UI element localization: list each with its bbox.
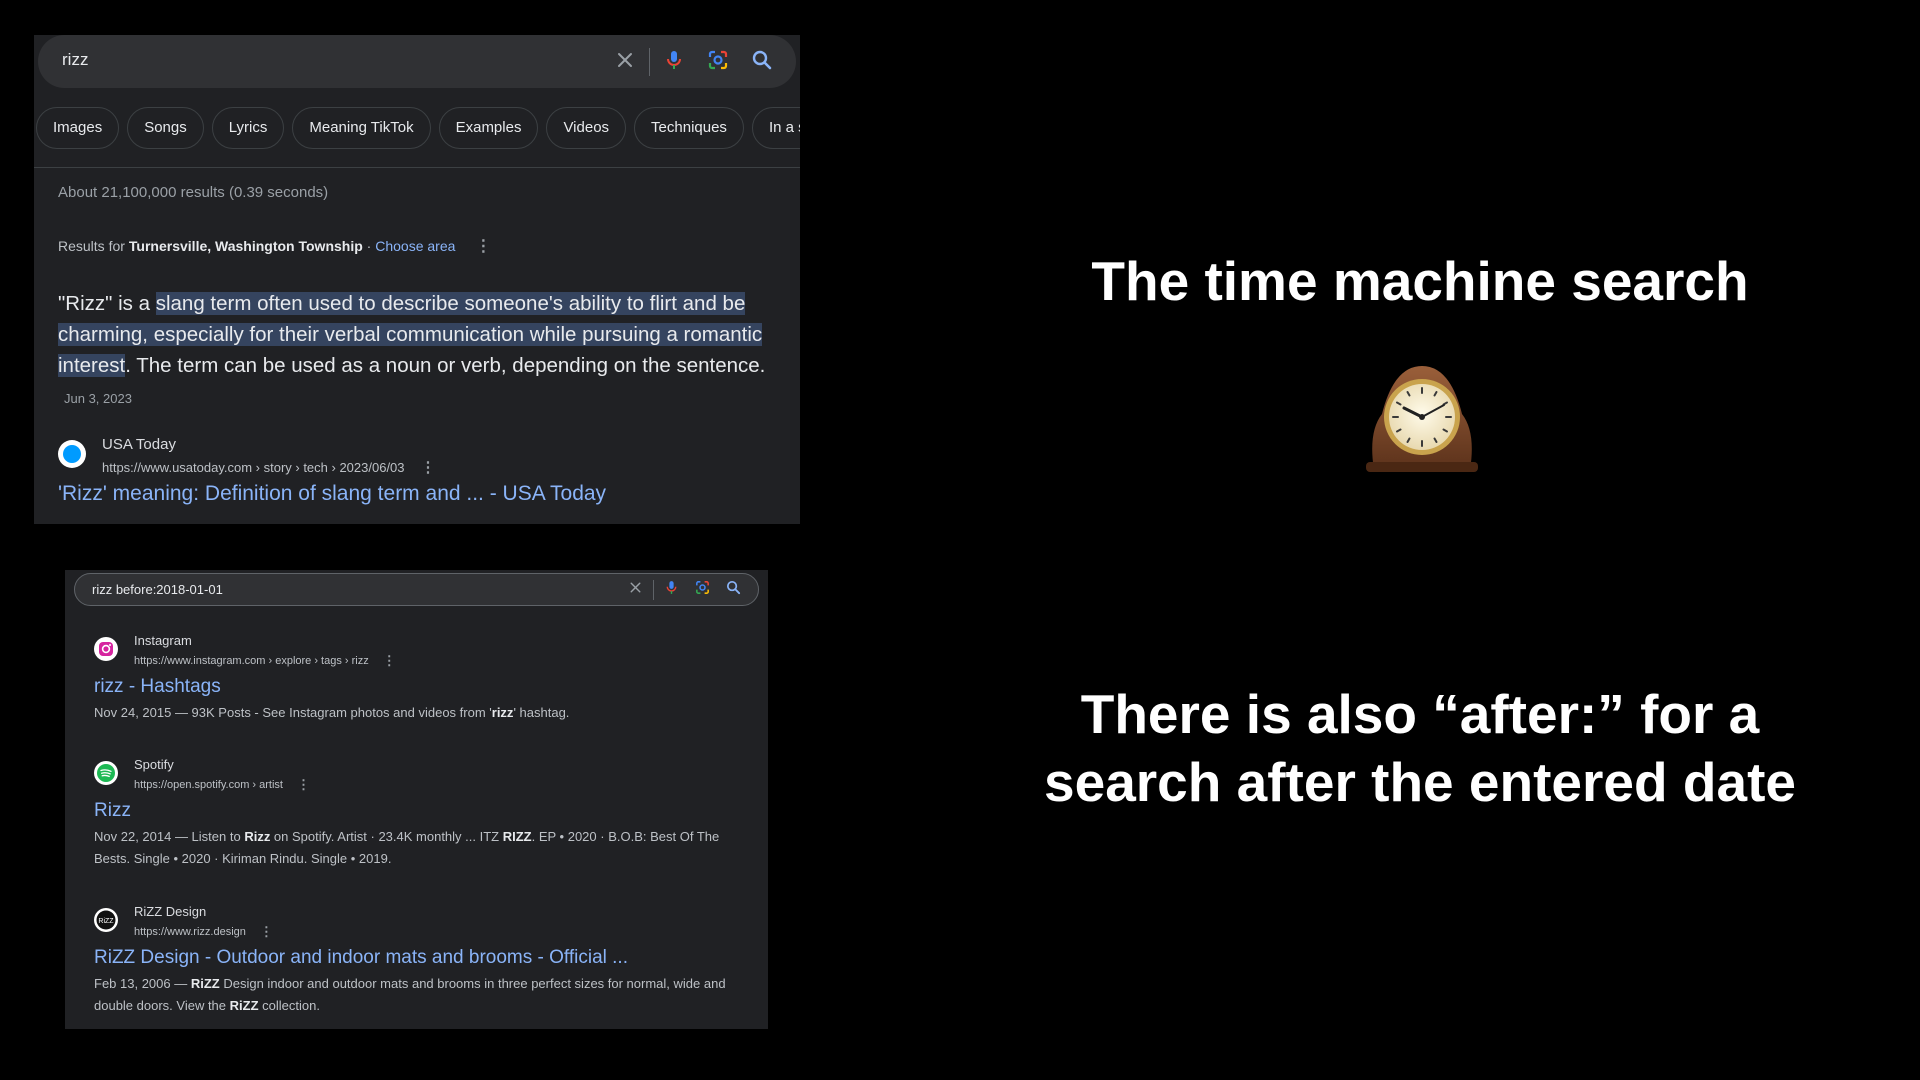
search-bar-icons	[613, 48, 774, 76]
source-name: USA Today	[102, 436, 176, 453]
search-bar[interactable]: rizz before:2018-01-01	[74, 573, 759, 606]
chip-songs[interactable]: Songs	[127, 107, 204, 149]
source-name: Spotify	[134, 757, 174, 772]
result-description: Nov 22, 2014 — Listen to Rizz on Spotify…	[94, 826, 734, 870]
snippet-date: Jun 3, 2023	[64, 391, 132, 406]
source-name: RiZZ Design	[134, 904, 207, 919]
chip-images[interactable]: Images	[36, 107, 120, 149]
desc-bold: RiZZ	[229, 998, 259, 1013]
desc-bold: RiZZ	[190, 976, 220, 991]
result-title-link[interactable]: Rizz	[94, 800, 131, 822]
choose-area-link[interactable]: Choose area	[375, 238, 455, 254]
microphone-icon[interactable]	[663, 579, 680, 601]
result-description: Nov 24, 2015 — 93K Posts - See Instagram…	[94, 702, 734, 724]
close-icon[interactable]	[613, 48, 637, 77]
desc-text: Nov 24, 2015 — 93K Posts - See Instagram…	[94, 705, 492, 720]
source-url-text: https://open.spotify.com › artist	[134, 779, 283, 791]
more-options-icon[interactable]: ⋮	[383, 653, 396, 669]
camera-lens-icon[interactable]	[706, 48, 730, 77]
search-results-panel-top: rizz Images Songs Lyrics Meaning TikTok …	[34, 35, 800, 524]
desc-text: on Spotify. Artist · 23.4K monthly ... I…	[270, 829, 503, 844]
instagram-favicon	[94, 637, 118, 661]
search-bar[interactable]: rizz	[38, 35, 796, 88]
desc-text: collection.	[258, 998, 320, 1013]
source-url: https://www.instagram.com › explore › ta…	[134, 653, 396, 669]
location-separator: ·	[362, 238, 376, 254]
spotify-favicon	[94, 761, 118, 785]
result-title-link[interactable]: 'Rizz' meaning: Definition of slang term…	[58, 482, 606, 506]
location-prefix: Results for	[58, 238, 125, 254]
search-bar-icons	[627, 579, 742, 601]
desc-text: Nov 22, 2014 — Listen to	[94, 829, 245, 844]
chip-in-a-sentence[interactable]: In a se	[751, 107, 800, 149]
chip-videos[interactable]: Videos	[546, 107, 627, 149]
result-description: Feb 13, 2006 — RiZZ Design indoor and ou…	[94, 973, 734, 1017]
search-icon[interactable]	[725, 579, 742, 601]
result-title-link[interactable]: RiZZ Design - Outdoor and indoor mats an…	[94, 947, 628, 969]
result-title-link[interactable]: rizz - Hashtags	[94, 676, 221, 698]
divider	[653, 580, 654, 600]
snippet-text-start: "Rizz" is a	[58, 292, 156, 315]
more-options-icon[interactable]: ⋮	[475, 236, 491, 256]
source-url: https://www.usatoday.com › story › tech …	[102, 458, 436, 476]
more-options-icon[interactable]: ⋮	[421, 458, 436, 476]
microphone-icon[interactable]	[662, 48, 686, 77]
location-name: Turnersville, Washington Township	[128, 238, 363, 254]
source-url-text: https://www.rizz.design	[134, 926, 246, 938]
search-results-panel-bottom: rizz before:2018-01-01 Instagram https:/…	[65, 570, 768, 1029]
desc-bold: rizz	[491, 705, 514, 720]
desc-bold: RIZZ	[502, 829, 532, 844]
result-stats: About 21,100,000 results (0.39 seconds)	[58, 184, 329, 201]
source-url-text: https://www.instagram.com › explore › ta…	[134, 655, 369, 667]
more-options-icon[interactable]: ⋮	[297, 777, 310, 793]
desc-text: Feb 13, 2006 —	[94, 976, 191, 991]
chip-examples[interactable]: Examples	[438, 107, 539, 149]
chip-lyrics[interactable]: Lyrics	[211, 107, 285, 149]
source-name: Instagram	[134, 633, 192, 648]
location-line: Results for Turnersville, Washington Tow…	[58, 236, 491, 256]
search-input[interactable]: rizz	[62, 50, 88, 70]
search-icon[interactable]	[750, 48, 774, 77]
chip-techniques[interactable]: Techniques	[634, 107, 744, 149]
slide-subheading: There is also “after:” for a search afte…	[1044, 683, 1796, 813]
source-url: https://www.rizz.design ⋮	[134, 924, 273, 940]
desc-bold: Rizz	[244, 829, 271, 844]
featured-snippet: "Rizz" is a slang term often used to des…	[58, 288, 784, 414]
mantelpiece-clock-icon	[1360, 362, 1484, 474]
camera-lens-icon[interactable]	[694, 579, 711, 601]
usa-today-favicon	[58, 440, 86, 468]
svg-text:RiZZ: RiZZ	[98, 918, 114, 925]
close-icon[interactable]	[627, 579, 644, 601]
chip-meaning-tiktok[interactable]: Meaning TikTok	[292, 107, 431, 149]
rizz-design-favicon: RiZZ	[94, 908, 118, 932]
divider	[649, 48, 650, 76]
snippet-text-end: . The term can be used as a noun or verb…	[125, 354, 766, 377]
source-url: https://open.spotify.com › artist ⋮	[134, 777, 310, 793]
more-options-icon[interactable]: ⋮	[260, 924, 273, 940]
filter-chips: Images Songs Lyrics Meaning TikTok Examp…	[36, 107, 800, 149]
divider	[34, 167, 800, 168]
search-input[interactable]: rizz before:2018-01-01	[92, 582, 223, 597]
desc-text: ' hashtag.	[513, 705, 570, 720]
source-url-text: https://www.usatoday.com › story › tech …	[102, 459, 405, 475]
slide-heading: The time machine search	[1091, 250, 1749, 312]
